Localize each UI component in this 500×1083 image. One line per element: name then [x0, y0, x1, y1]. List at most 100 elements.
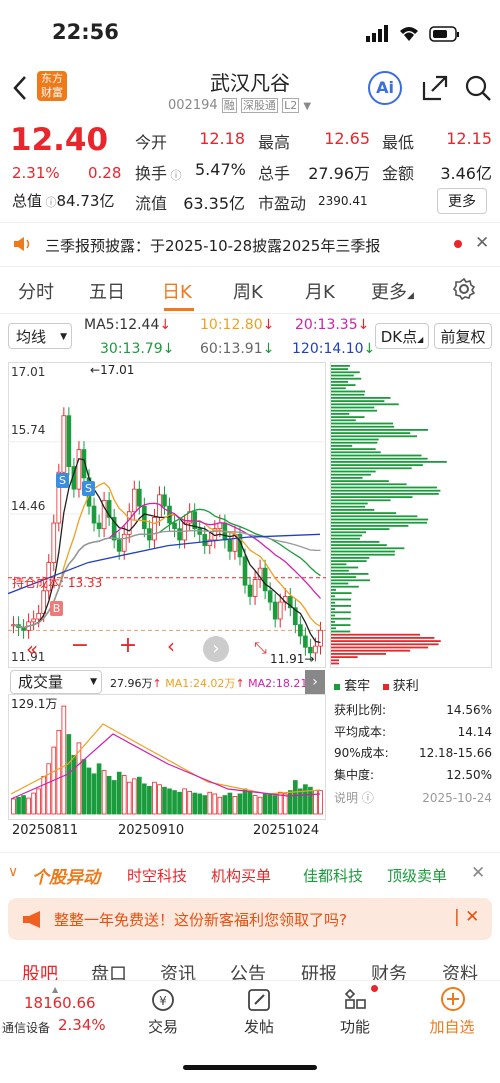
chip-value: 12.50% — [446, 767, 492, 782]
fullscreen-icon[interactable]: ⤡ — [254, 638, 267, 658]
megaphone-icon — [23, 911, 40, 928]
chip-value: 14.56% — [446, 703, 492, 717]
chip-bar — [331, 601, 335, 604]
zoom-out-icon[interactable]: − — [62, 633, 98, 661]
step-right-icon[interactable]: › — [203, 636, 229, 662]
nav-add-watchlist[interactable]: 加自选 — [417, 1016, 487, 1037]
ma5-value: MA5:12.44↓ — [84, 317, 172, 333]
kline-chart[interactable] — [8, 362, 326, 668]
sub-tab-notice[interactable]: 公告 — [230, 960, 266, 980]
sell-signal-2[interactable]: S — [82, 481, 95, 496]
sell-signal-1[interactable]: S — [56, 473, 69, 488]
volume-bar — [121, 775, 127, 815]
close-icon[interactable]: ✕ — [475, 233, 489, 253]
ai-button[interactable]: Ai — [368, 71, 402, 105]
indicator-selector[interactable]: 均线 ▼ — [8, 323, 72, 349]
dk-point-button[interactable]: DK点◢ — [375, 323, 429, 349]
sub-tab-research[interactable]: 研报 — [301, 960, 337, 980]
nav-function[interactable]: 功能 — [320, 1016, 390, 1037]
ticker-item[interactable]: 时空科技 — [127, 865, 187, 886]
adjust-button[interactable]: 前复权 — [434, 323, 492, 349]
candle-body — [121, 533, 127, 552]
bottom-nav: ▲ 18160.66 通信设备 2.34% ¥ 交易 发帖 功能 加自选 — [0, 980, 500, 1083]
chip-stats: 获利比例: 14.56% 平均成本: 14.14 90%成本: 12.18-15.66… — [334, 700, 492, 810]
chip-bar — [331, 563, 347, 566]
step-left-icon[interactable]: ‹ — [158, 634, 184, 662]
nav-trade[interactable]: 交易 — [128, 1016, 198, 1037]
notice-bar[interactable]: 三季报预披露：于2025-10-28披露2025年三季报 ✕ — [0, 222, 500, 264]
volume-chart[interactable] — [8, 694, 326, 820]
chip-bar — [331, 605, 351, 607]
chip-bar — [331, 627, 337, 630]
date-axis-3: 20251024 — [253, 823, 320, 838]
chip-bar — [331, 624, 351, 626]
more-quote-button[interactable]: 更多 — [437, 188, 487, 214]
chip-bar — [331, 537, 361, 540]
ticker-item[interactable]: 佳都科技 — [303, 865, 363, 886]
sub-tab-finance[interactable]: 财务 — [371, 960, 407, 980]
volume-bar — [81, 759, 87, 815]
tab-five-day[interactable]: 五日 — [89, 278, 125, 304]
buy-signal[interactable]: B — [50, 601, 63, 616]
promo-banner[interactable]: 整整一年免费送！这份新客福利您领取了吗? | ✕ — [8, 898, 492, 940]
tab-intraday[interactable]: 分时 — [18, 278, 54, 304]
index-pct: 2.34% — [58, 1016, 106, 1034]
tab-weekly-k[interactable]: 周K — [233, 278, 263, 304]
promo-close-icon[interactable]: | ✕ — [454, 907, 479, 927]
chip-label: 90%成本: — [334, 746, 389, 760]
settings-gear-icon[interactable] — [452, 277, 476, 301]
sub-tab-profile[interactable]: 资料 — [442, 960, 478, 980]
chip-bar — [331, 409, 378, 412]
tag-l2: L2 — [282, 98, 300, 113]
collapse-icon[interactable]: ∨ — [8, 864, 18, 880]
tab-daily-k[interactable]: 日K — [162, 278, 192, 304]
volume-axis-top: 129.1万 — [11, 697, 58, 711]
turnover-value: 5.47% — [195, 160, 246, 179]
nav-post[interactable]: 发帖 — [224, 1016, 294, 1037]
volume-selector[interactable]: 成交量 ▼ — [10, 670, 102, 694]
chip-bar — [331, 560, 367, 562]
chip-bar — [331, 377, 362, 380]
ticker-close-icon[interactable]: ✕ — [471, 863, 485, 883]
chip-bar — [331, 573, 369, 575]
ticker-item[interactable]: 顶级卖单 — [387, 865, 447, 886]
ma10-value: 10:12.80↓ — [200, 317, 275, 333]
volume-values: 27.96万↑ MA1:24.02万↑ MA2:18.21万 — [110, 677, 319, 690]
chip-bar — [331, 419, 356, 422]
chip-bar — [331, 515, 418, 518]
candle-body — [252, 579, 258, 597]
scroll-left-far-icon[interactable]: « — [26, 637, 38, 661]
sub-tab-pankou[interactable]: 盘口 — [91, 960, 127, 980]
volume-expand-icon[interactable]: › — [305, 670, 325, 694]
cost-line-label: 持仓成本: 13.33 — [12, 576, 103, 590]
chip-bar — [331, 547, 405, 550]
chip-bar — [331, 368, 349, 370]
index-value[interactable]: 18160.66 — [24, 994, 96, 1012]
volume-bar — [242, 788, 248, 815]
sub-tab-news[interactable]: 资讯 — [160, 960, 196, 980]
share-icon[interactable] — [421, 74, 449, 102]
chip-bar — [331, 448, 376, 450]
high-value: 12.65 — [324, 129, 370, 148]
candle-body — [36, 612, 41, 620]
volume-bar — [111, 780, 117, 815]
search-icon[interactable] — [464, 74, 492, 102]
candle-body — [318, 629, 323, 647]
chip-bar — [331, 646, 429, 649]
tab-more[interactable]: 更多◢ — [371, 278, 414, 304]
chip-bar — [331, 451, 381, 454]
chip-bar — [331, 595, 335, 598]
ticker-item[interactable]: 机构买单 — [211, 865, 271, 886]
zoom-in-icon[interactable]: + — [110, 633, 146, 661]
candle-body — [66, 415, 72, 467]
volume-bar — [247, 791, 253, 815]
chip-note-button[interactable]: 说明 ⓘ — [334, 788, 374, 810]
volume-bar — [152, 781, 157, 815]
volume-value: 27.96万 — [308, 164, 370, 183]
tab-monthly-k[interactable]: 月K — [305, 278, 335, 304]
chip-bar — [331, 387, 346, 390]
ma30-value: 30:13.79↓ — [100, 341, 175, 357]
sub-tab-guba[interactable]: 股吧 — [22, 960, 58, 980]
candle-body — [91, 505, 97, 524]
back-icon[interactable] — [12, 75, 28, 101]
